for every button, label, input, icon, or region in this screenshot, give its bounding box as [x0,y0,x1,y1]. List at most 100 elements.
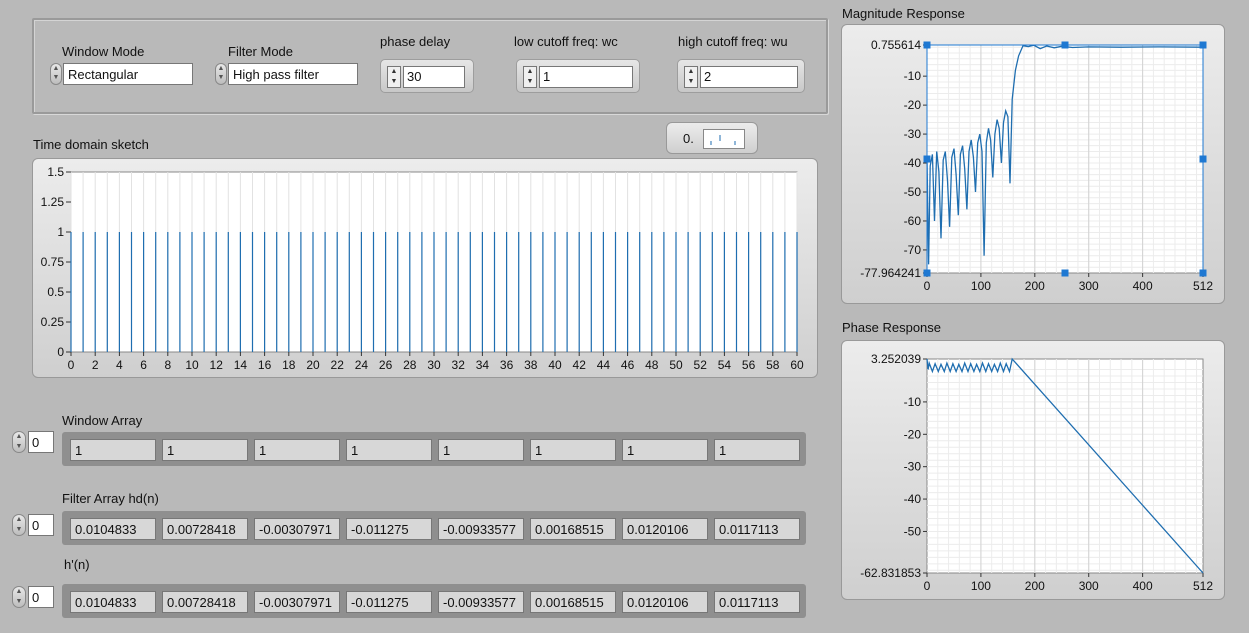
array-cell[interactable]: 1 [254,439,340,461]
filter-array-index-spinner[interactable]: ▲ ▼ [12,514,26,536]
x-tick-label: 56 [742,358,756,372]
time-slider-value: 0. [683,131,694,146]
x-tick-label: 100 [971,279,991,293]
window-mode-ring[interactable]: Rectangular [63,63,193,85]
y-tick-label: -60 [904,214,922,228]
x-tick-label: 26 [379,358,393,372]
array-cell[interactable]: 1 [622,439,708,461]
x-tick-label: 12 [210,358,224,372]
array-cell[interactable]: 1 [714,439,800,461]
array-cell[interactable]: 1 [346,439,432,461]
filter-array: 0.0104833 0.00728418 -0.00307971 -0.011275-… [62,511,806,545]
x-tick-label: 30 [427,358,441,372]
x-tick-label: 24 [355,358,369,372]
y-tick-label: -40 [904,156,922,170]
y-tick-label: -77.964241 [860,266,921,280]
resize-handle [1061,41,1069,49]
array-cell[interactable]: 0.00168515 [530,591,616,613]
time-domain-title: Time domain sketch [33,137,149,152]
magnitude-title: Magnitude Response [842,6,965,21]
array-cell[interactable]: 0.0117113 [714,591,800,613]
y-tick-label: 3.252039 [871,352,921,366]
time-slider-track[interactable] [703,129,745,149]
y-tick-label: 0.5 [47,285,64,299]
array-cell[interactable]: -0.011275 [346,518,432,540]
phase-delay-input[interactable]: 30 [403,66,465,88]
x-tick-label: 40 [548,358,562,372]
low-cutoff-input[interactable]: 1 [539,66,633,88]
array-cell[interactable]: -0.011275 [346,591,432,613]
phase-chart: 3.252039 -10 -20 -30 -40 -50 -62.8318530 100 200… [860,352,1213,593]
x-tick-label: 200 [1025,279,1045,293]
x-tick-label: 52 [694,358,708,372]
array-cell[interactable]: -0.00307971 [254,518,340,540]
x-tick-label: 54 [718,358,732,372]
y-tick-label: -70 [904,243,922,257]
array-cell[interactable]: -0.00933577 [438,591,524,613]
phase-delay-label: phase delay [380,34,451,49]
y-tick-label: -50 [904,185,922,199]
array-cell[interactable]: 0.00728418 [162,591,248,613]
resize-handle [1061,269,1069,277]
resize-handle [1199,155,1207,163]
x-tick-label: 58 [766,358,780,372]
x-tick-label: 46 [621,358,635,372]
window-array-index[interactable]: 0 [28,431,54,453]
y-tick-label: -10 [904,395,922,409]
array-cell[interactable]: 0.00728418 [162,518,248,540]
filter-mode-label: Filter Mode [228,44,294,59]
filter-mode-spinner[interactable]: ▲ ▼ [215,63,227,85]
array-cell[interactable]: 0.0120106 [622,591,708,613]
window-array-index-spinner[interactable]: ▲ ▼ [12,431,26,453]
array-cell[interactable]: 0.0104833 [70,518,156,540]
array-cell[interactable]: 1 [70,439,156,461]
x-tick-label: 300 [1079,579,1099,593]
phase-delay-increment-icon[interactable]: ▲ ▼ [387,66,401,88]
time-domain-graph-frame: 1.5 1.25 1 0.75 0.5 0.25 0 0 2 4 6 8 10 12 14 16 18 20 22 2… [32,158,818,378]
hprime-array-index-spinner[interactable]: ▲ ▼ [12,586,26,608]
array-cell[interactable]: 0.0120106 [622,518,708,540]
magnitude-graph-frame: 0.755614 -10 -20 -30 -40 -50 -60 -70 -77.964241 0… [841,24,1225,304]
y-tick-label: 1.25 [41,195,65,209]
x-tick-label: 20 [306,358,320,372]
array-cell[interactable]: -0.00933577 [438,518,524,540]
magnitude-chart[interactable]: 0.755614 -10 -20 -30 -40 -50 -60 -70 -77.9642410… [842,25,1226,305]
y-tick-label: -30 [904,127,922,141]
x-tick-label: 10 [185,358,199,372]
array-cell[interactable]: 0.00168515 [530,518,616,540]
x-tick-label: 44 [597,358,611,372]
x-tick-label: 100 [971,579,991,593]
high-cutoff-label: high cutoff freq: wu [678,34,788,49]
array-cell[interactable]: -0.00307971 [254,591,340,613]
array-cell[interactable]: 1 [162,439,248,461]
array-cell[interactable]: 1 [438,439,524,461]
array-cell[interactable]: 0.0117113 [714,518,800,540]
y-tick-label: -62.831853 [860,566,921,580]
x-tick-label: 28 [403,358,417,372]
filter-array-index[interactable]: 0 [28,514,54,536]
array-cell[interactable]: 1 [530,439,616,461]
x-tick-label: 38 [524,358,538,372]
y-tick-label: 0.75 [41,255,65,269]
resize-handle [923,269,931,277]
low-cutoff-label: low cutoff freq: wc [514,34,618,49]
y-tick-label: -20 [904,427,922,441]
window-array-label: Window Array [62,413,143,428]
resize-handle [1199,269,1207,277]
high-cutoff-increment-icon[interactable]: ▲ ▼ [684,66,698,88]
phase-title: Phase Response [842,320,942,335]
y-tick-label: 1 [57,225,64,239]
array-cell[interactable]: 0.0104833 [70,591,156,613]
x-tick-label: 18 [282,358,296,372]
hprime-array-index[interactable]: 0 [28,586,54,608]
y-tick-label: 1.5 [47,165,64,179]
time-slider-readout[interactable]: 0. [666,122,758,154]
x-tick-label: 512 [1193,579,1213,593]
window-mode-spinner[interactable]: ▲ ▼ [50,63,62,85]
y-tick-label: 0 [57,345,64,359]
filter-mode-ring[interactable]: High pass filter [228,63,358,85]
high-cutoff-input[interactable]: 2 [700,66,798,88]
y-tick-label: -20 [904,98,922,112]
low-cutoff-increment-icon[interactable]: ▲ ▼ [523,66,537,88]
x-tick-label: 0 [924,579,931,593]
